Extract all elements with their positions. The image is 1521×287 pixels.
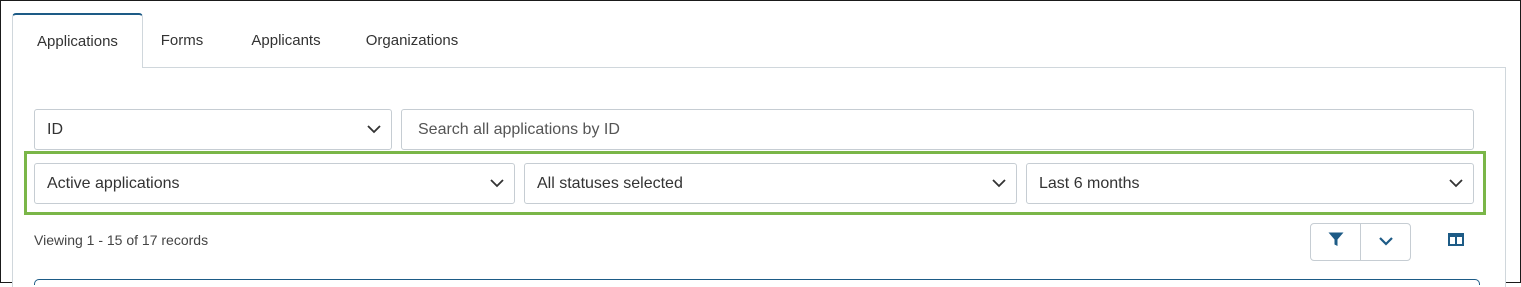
tab-label: Applicants	[251, 31, 321, 49]
tab-bar: Applications Forms Applicants Organizati…	[12, 13, 1507, 68]
tab-applicants[interactable]: Applicants	[231, 13, 341, 67]
status-filter-select[interactable]: All statuses selected	[524, 163, 1017, 204]
chevron-down-icon	[1447, 175, 1465, 193]
filter-options-button[interactable]	[1360, 224, 1410, 260]
chevron-down-icon	[1378, 233, 1393, 251]
date-range-select[interactable]: Last 6 months	[1026, 163, 1474, 204]
filter-icon	[1328, 232, 1344, 252]
tab-applications[interactable]: Applications	[12, 13, 143, 68]
tab-organizations[interactable]: Organizations	[351, 13, 473, 67]
chevron-down-icon	[990, 175, 1008, 193]
chevron-down-icon	[488, 175, 506, 193]
applications-filter-value: Active applications	[47, 174, 180, 192]
columns-button[interactable]	[1446, 233, 1466, 251]
tab-label: Forms	[160, 31, 204, 49]
records-count: Viewing 1 - 15 of 17 records	[34, 232, 209, 248]
tab-label: Organizations	[365, 31, 459, 49]
status-filter-value: All statuses selected	[537, 174, 683, 192]
tab-label: Applications	[37, 33, 118, 50]
search-field-select[interactable]: ID	[34, 109, 392, 150]
filter-button-group	[1310, 223, 1411, 261]
columns-icon	[1448, 233, 1464, 251]
search-field-value: ID	[47, 120, 63, 138]
chevron-down-icon	[365, 121, 383, 139]
search-input-wrapper	[401, 109, 1474, 150]
tab-forms[interactable]: Forms	[143, 13, 221, 67]
search-input[interactable]	[416, 119, 1473, 140]
date-range-value: Last 6 months	[1039, 174, 1140, 192]
filter-button[interactable]	[1311, 224, 1360, 260]
results-table	[34, 279, 1480, 285]
applications-filter-select[interactable]: Active applications	[34, 163, 515, 204]
